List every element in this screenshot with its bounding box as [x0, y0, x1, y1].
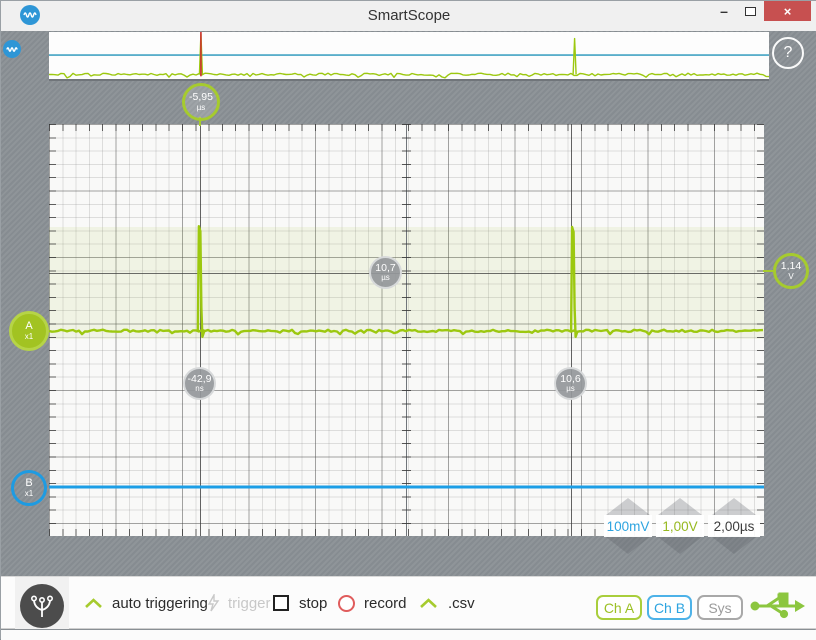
record-label: record — [364, 595, 407, 612]
cursor-value: 10,7 — [375, 263, 395, 274]
title-bar: SmartScope – × — [1, 1, 816, 31]
labnation-logo-icon[interactable] — [20, 584, 64, 628]
channel-a-multiplier: x1 — [25, 333, 33, 341]
channel-b-multiplier: x1 — [25, 490, 33, 498]
smartscope-corner-logo-icon — [3, 40, 21, 58]
cursor-unit: µs — [566, 385, 575, 393]
channel-b-label: B — [25, 478, 32, 489]
maximize-button[interactable] — [739, 1, 761, 21]
trigger-level-unit: V — [788, 273, 793, 281]
cursor-value: -42,9 — [188, 374, 212, 385]
window-title: SmartScope — [1, 7, 816, 24]
trigger-time-badge[interactable]: -5,95 µs — [182, 83, 220, 121]
channel-b-offset-badge[interactable]: B x1 — [11, 470, 47, 506]
csv-export-control[interactable]: .csv — [419, 577, 475, 629]
maximize-icon — [745, 7, 756, 16]
graticule-plot[interactable] — [49, 124, 764, 536]
stop-icon — [273, 595, 289, 611]
trigger-label: trigger — [228, 595, 271, 612]
help-button[interactable]: ? — [772, 37, 804, 69]
auto-triggering-label: auto triggering — [112, 595, 208, 612]
record-icon — [338, 595, 355, 612]
channel-b-scale-selector[interactable]: 100mV — [604, 515, 652, 537]
channel-a-menu-button[interactable]: Ch A — [596, 595, 642, 620]
cursor-value: 10,6 — [560, 374, 580, 385]
stop-control[interactable]: stop — [273, 577, 327, 629]
time-scale-selector[interactable]: 2,00µs — [708, 515, 760, 537]
time-cursor-1-badge[interactable]: -42,9 ns — [183, 367, 216, 400]
time-cursor-2-badge[interactable]: 10,6 µs — [554, 367, 587, 400]
minimize-button[interactable]: – — [713, 1, 735, 21]
acquisition-overview-strip[interactable] — [49, 32, 769, 81]
bottom-toolbar: auto triggering trigger stop record .csv — [1, 576, 816, 629]
record-control[interactable]: record — [338, 577, 407, 629]
close-button[interactable]: × — [764, 1, 811, 21]
trigger-level-value: 1,14 — [781, 261, 801, 272]
cursor-unit: ns — [195, 385, 203, 393]
csv-label: .csv — [448, 595, 475, 612]
system-menu-button[interactable]: Sys — [697, 595, 743, 620]
lightning-icon — [207, 594, 220, 612]
channel-a-offset-badge[interactable]: A x1 — [9, 311, 49, 351]
auto-triggering-control[interactable]: auto triggering — [84, 577, 208, 629]
channel-b-menu-button[interactable]: Ch B — [647, 595, 692, 620]
chevron-up-icon — [419, 598, 438, 609]
trigger-time-unit: µs — [197, 104, 206, 112]
stop-label: stop — [299, 595, 327, 612]
waveform-traces — [49, 124, 764, 536]
usb-connected-icon — [749, 590, 805, 627]
channel-a-label: A — [25, 321, 32, 332]
horizontal-cursor-badge[interactable]: 10,7 µs — [369, 256, 402, 289]
channel-a-scale-selector[interactable]: 1,00V — [656, 515, 704, 537]
trigger-time-value: -5,95 — [189, 92, 213, 103]
smartscope-window: SmartScope – × ? -5,95 µs 10,7 µs — [0, 0, 816, 639]
trigger-control[interactable]: trigger — [207, 577, 271, 629]
chevron-up-icon — [84, 598, 103, 609]
cursor-unit: µs — [381, 274, 390, 282]
trigger-level-badge[interactable]: 1,14 V — [773, 253, 809, 289]
